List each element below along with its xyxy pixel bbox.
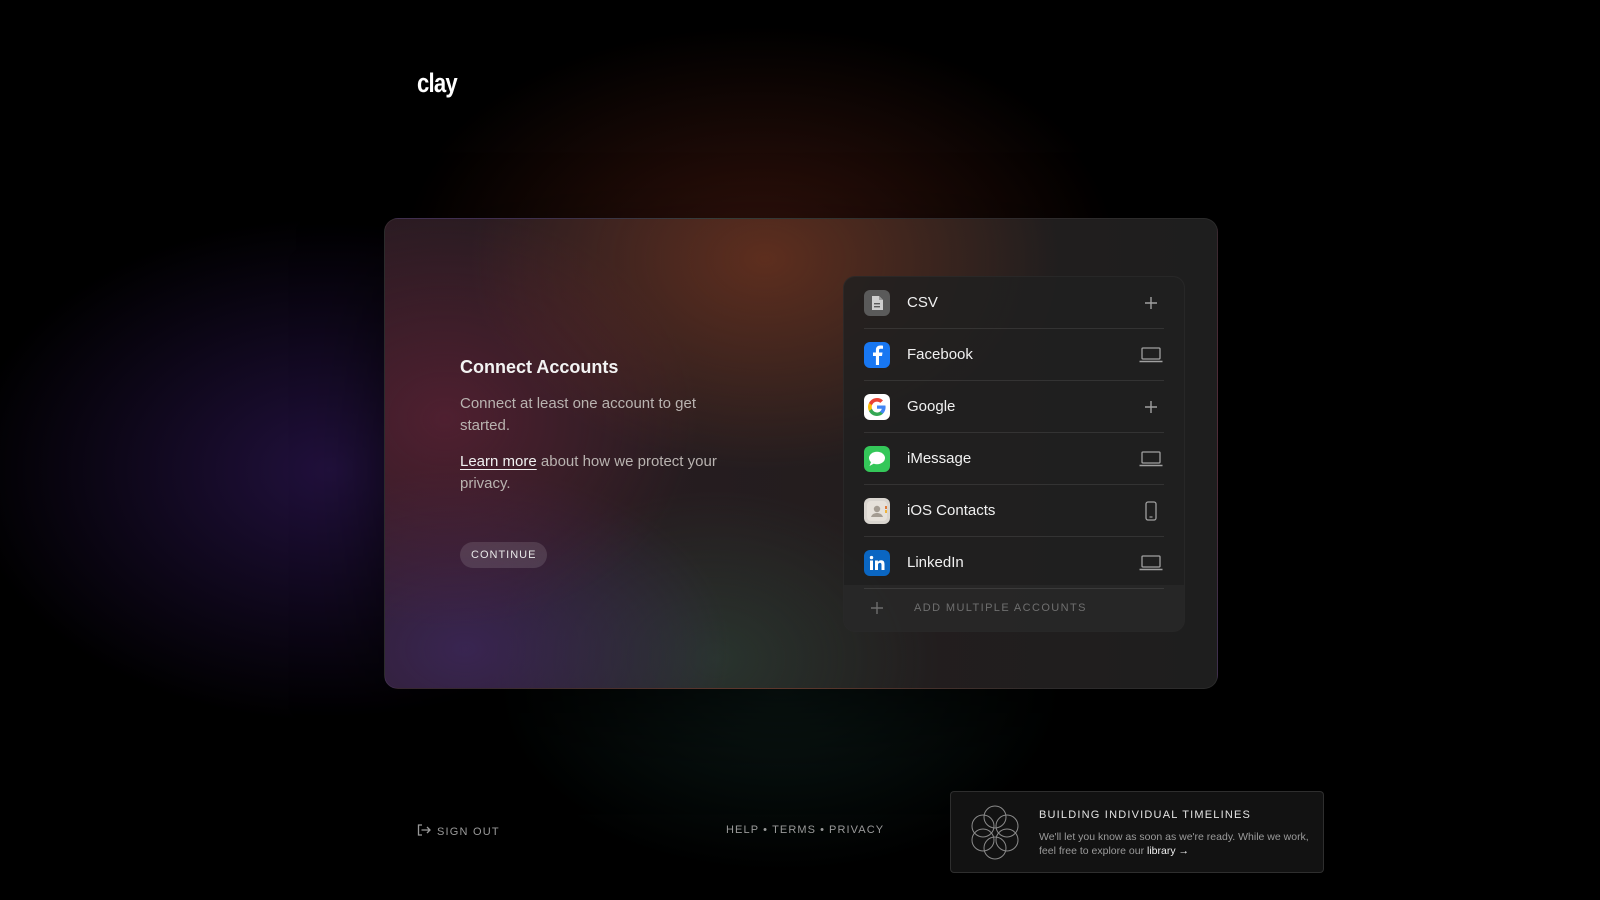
phone-icon[interactable]: [1138, 500, 1164, 522]
plus-icon: [870, 601, 884, 616]
account-row-ios-contacts[interactable]: iOS Contacts: [864, 485, 1164, 537]
page-title: Connect Accounts: [460, 357, 619, 377]
app-screen: clay Connect Accounts Connect at least o…: [0, 0, 1600, 900]
account-row-linkedin[interactable]: LinkedIn: [864, 537, 1164, 589]
sign-out-icon: [417, 824, 431, 839]
account-row-csv[interactable]: CSV: [864, 277, 1164, 329]
laptop-icon[interactable]: [1138, 552, 1164, 574]
separator: •: [820, 824, 826, 836]
facebook-icon: [864, 341, 890, 368]
sign-out-label: SIGN OUT: [437, 825, 500, 838]
add-multiple-accounts-button[interactable]: ADD MULTIPLE ACCOUNTS: [844, 585, 1184, 631]
continue-button[interactable]: CONTINUE: [460, 542, 548, 568]
ios-contacts-icon: [864, 497, 890, 524]
help-link[interactable]: HELP: [726, 824, 759, 836]
account-list: CSV Facebook Google iMessage iOS Contact…: [843, 276, 1185, 632]
learn-more-link[interactable]: Learn more: [460, 453, 537, 470]
account-label: Google: [907, 398, 956, 415]
clay-logo[interactable]: clay: [417, 68, 458, 99]
imessage-icon: [864, 445, 890, 472]
linkedin-icon: [864, 549, 890, 576]
account-row-google[interactable]: Google: [864, 381, 1164, 433]
connect-accounts-card: Connect Accounts Connect at least one ac…: [384, 218, 1218, 689]
account-label: LinkedIn: [907, 554, 964, 571]
plus-icon[interactable]: [1138, 292, 1164, 314]
notice-title: BUILDING INDIVIDUAL TIMELINES: [1039, 809, 1252, 821]
plus-icon[interactable]: [1138, 396, 1164, 418]
library-link[interactable]: library →: [1147, 845, 1189, 857]
privacy-note: Learn more about how we protect your pri…: [460, 451, 730, 495]
privacy-link[interactable]: PRIVACY: [829, 824, 884, 836]
laptop-icon[interactable]: [1138, 448, 1164, 470]
laptop-icon[interactable]: [1138, 344, 1164, 366]
separator: •: [763, 824, 769, 836]
account-label: iMessage: [907, 450, 972, 467]
footer-links: HELP • TERMS • PRIVACY: [726, 824, 884, 836]
account-row-imessage[interactable]: iMessage: [864, 433, 1164, 485]
account-row-facebook[interactable]: Facebook: [864, 329, 1164, 381]
google-icon: [864, 393, 890, 420]
notice-body: We'll let you know as soon as we're read…: [1039, 830, 1309, 858]
terms-link[interactable]: TERMS: [772, 824, 816, 836]
csv-file-icon: [864, 289, 890, 316]
timeline-rings-icon: [967, 803, 1023, 866]
account-label: CSV: [907, 294, 938, 311]
timeline-status-notice: BUILDING INDIVIDUAL TIMELINES We'll let …: [950, 791, 1324, 873]
add-multiple-label: ADD MULTIPLE ACCOUNTS: [914, 602, 1087, 614]
account-label: iOS Contacts: [907, 502, 996, 519]
intro-text: Connect at least one account to get star…: [460, 395, 696, 434]
account-label: Facebook: [907, 346, 973, 363]
sign-out-button[interactable]: SIGN OUT: [417, 824, 500, 839]
